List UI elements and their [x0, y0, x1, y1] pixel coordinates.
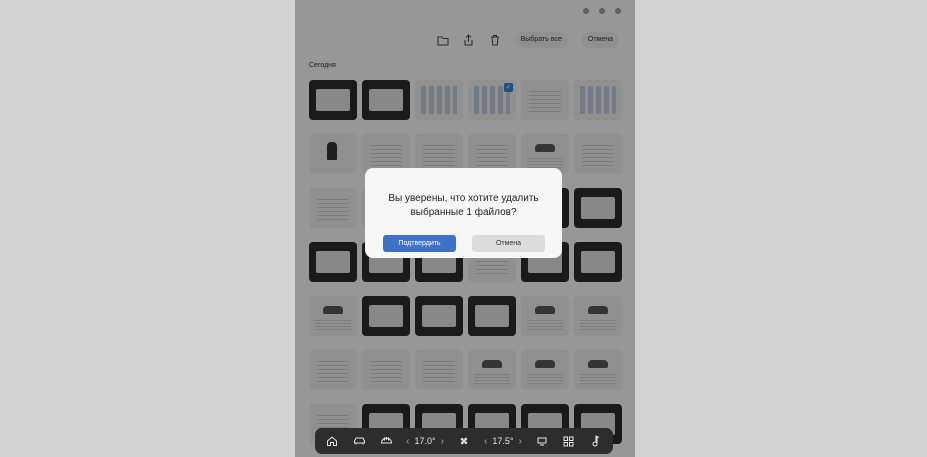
chevron-left-icon[interactable]: ‹ [406, 436, 409, 447]
chevron-left-icon[interactable]: ‹ [484, 436, 487, 447]
home-icon[interactable] [325, 434, 339, 448]
music-icon[interactable] [589, 434, 603, 448]
cancel-button[interactable]: Отмена [472, 235, 545, 252]
chevron-right-icon[interactable]: › [441, 436, 444, 447]
dialog-message-line-1: Вы уверены, что хотите удалить [388, 193, 539, 204]
chevron-right-icon[interactable]: › [519, 436, 522, 447]
car-icon[interactable] [352, 434, 366, 448]
left-temperature-control[interactable]: ‹ 17.0° › [406, 436, 444, 447]
fan-icon[interactable] [457, 434, 471, 448]
right-temperature-value: 17.5° [492, 436, 514, 446]
dialog-message-line-2: выбранные 1 файлов? [410, 207, 517, 218]
dialog-message: Вы уверены, что хотите удалить выбранные… [365, 192, 562, 220]
bottom-dock: ‹ 17.0° › ‹ 17.5° › [315, 428, 613, 454]
seat-heat-icon[interactable] [535, 434, 549, 448]
apps-grid-icon[interactable] [562, 434, 576, 448]
left-temperature-value: 17.0° [414, 436, 436, 446]
right-temperature-control[interactable]: ‹ 17.5° › [484, 436, 522, 447]
defrost-icon[interactable] [379, 434, 393, 448]
delete-confirmation-dialog: Вы уверены, что хотите удалить выбранные… [365, 168, 562, 258]
confirm-button[interactable]: Подтвердить [383, 235, 456, 252]
